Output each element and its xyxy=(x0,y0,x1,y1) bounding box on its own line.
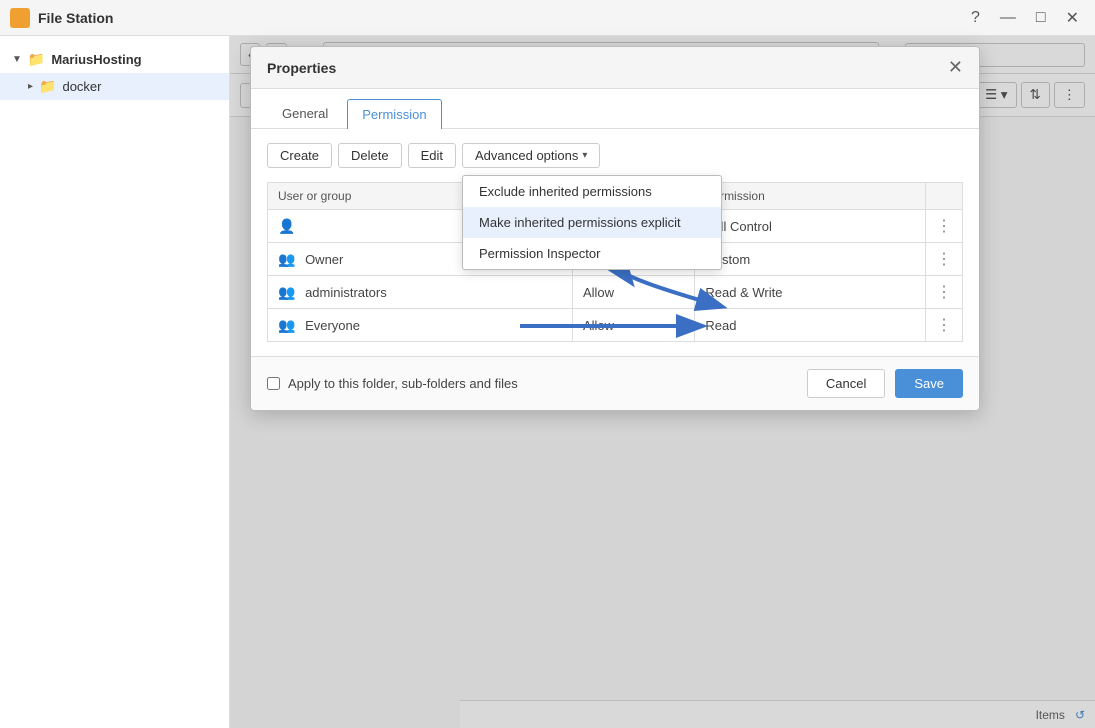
col-actions xyxy=(926,183,963,210)
group-icon-3: 👥 xyxy=(278,284,295,300)
close-btn[interactable]: ✕ xyxy=(1060,6,1085,30)
delete-perm-label: Delete xyxy=(351,148,389,163)
sidebar-item-docker[interactable]: ▸ 📁 docker xyxy=(0,73,229,100)
advanced-arrow-icon: ▾ xyxy=(582,150,587,161)
dropdown-item-exclude[interactable]: Exclude inherited permissions xyxy=(463,176,721,207)
dialog-overlay: Properties ✕ General Permission Create xyxy=(230,36,1095,728)
inspector-label: Permission Inspector xyxy=(479,246,600,261)
titlebar-left: File Station xyxy=(10,8,113,28)
content-area: ‹ › ↻ ☆ 🔍 Create ▾ Upload ▾ Action ▾ xyxy=(230,36,1095,728)
table-row: 👥 administrators Allow Read & Write ⋮ xyxy=(268,276,963,309)
user-icon: 👤 xyxy=(278,218,295,234)
cell-perm-1: Full Control xyxy=(695,210,926,243)
tab-permission[interactable]: Permission xyxy=(347,99,441,129)
dialog-tabs: General Permission xyxy=(251,89,979,129)
cell-user-3: 👥 administrators xyxy=(268,276,573,309)
save-button[interactable]: Save xyxy=(895,369,963,398)
checkbox-row: Apply to this folder, sub-folders and fi… xyxy=(267,376,518,391)
username-4: Everyone xyxy=(305,318,360,333)
exclude-label: Exclude inherited permissions xyxy=(479,184,652,199)
delete-perm-button[interactable]: Delete xyxy=(338,143,402,168)
cell-perm-3: Read & Write xyxy=(695,276,926,309)
more-button-4[interactable]: ⋮ xyxy=(936,315,952,335)
cell-user-4: 👥 Everyone xyxy=(268,309,573,342)
dropdown-item-inspector[interactable]: Permission Inspector xyxy=(463,238,721,269)
advanced-options-label: Advanced options xyxy=(475,148,578,163)
cell-perm-4: Read xyxy=(695,309,926,342)
child-expand-icon: ▸ xyxy=(28,81,33,92)
help-btn[interactable]: ? xyxy=(965,7,986,29)
titlebar: File Station ? — □ ✕ xyxy=(0,0,1095,36)
tab-general[interactable]: General xyxy=(267,99,343,128)
apply-label: Apply to this folder, sub-folders and fi… xyxy=(288,376,518,391)
advanced-options-wrapper: Advanced options ▾ Exclude inherited per… xyxy=(462,143,600,168)
dialog-header: Properties ✕ xyxy=(251,47,979,89)
apply-checkbox[interactable] xyxy=(267,377,280,390)
cell-perm-2: Custom xyxy=(695,243,926,276)
create-perm-button[interactable]: Create xyxy=(267,143,332,168)
properties-dialog: Properties ✕ General Permission Create xyxy=(250,46,980,411)
dialog-body: Create Delete Edit Advanced options ▾ xyxy=(251,129,979,356)
table-row: 👥 Everyone Allow Read ⋮ xyxy=(268,309,963,342)
edit-perm-label: Edit xyxy=(421,148,443,163)
advanced-options-button[interactable]: Advanced options ▾ xyxy=(462,143,600,168)
edit-perm-button[interactable]: Edit xyxy=(408,143,456,168)
child-folder-icon: 📁 xyxy=(39,78,56,95)
cancel-button[interactable]: Cancel xyxy=(807,369,885,398)
username-2: Owner xyxy=(305,252,343,267)
advanced-dropdown-menu: Exclude inherited permissions Make inher… xyxy=(462,175,722,270)
permission-toolbar: Create Delete Edit Advanced options ▾ xyxy=(267,143,963,168)
more-button-2[interactable]: ⋮ xyxy=(936,249,952,269)
app-title: File Station xyxy=(38,10,113,26)
more-button-1[interactable]: ⋮ xyxy=(936,216,952,236)
cell-more-3: ⋮ xyxy=(926,276,963,309)
username-3: administrators xyxy=(305,285,387,300)
app-icon xyxy=(10,8,30,28)
dialog-title: Properties xyxy=(267,60,336,76)
cell-type-3: Allow xyxy=(572,276,694,309)
make-explicit-label: Make inherited permissions explicit xyxy=(479,215,681,230)
sidebar-root-label: MariusHosting xyxy=(51,52,141,67)
sidebar-item-root[interactable]: ▼ 📁 MariusHosting xyxy=(0,46,229,73)
cell-more-4: ⋮ xyxy=(926,309,963,342)
maximize-btn[interactable]: □ xyxy=(1030,7,1052,29)
folder-icon: 📁 xyxy=(28,51,45,68)
titlebar-controls: ? — □ ✕ xyxy=(965,6,1085,30)
dropdown-item-make-explicit[interactable]: Make inherited permissions explicit xyxy=(463,207,721,238)
expand-icon: ▼ xyxy=(12,54,22,65)
sidebar-child-label: docker xyxy=(62,79,101,94)
dialog-footer: Apply to this folder, sub-folders and fi… xyxy=(251,356,979,410)
group-icon-2: 👥 xyxy=(278,251,295,267)
col-permission: Permission xyxy=(695,183,926,210)
group-icon-4: 👥 xyxy=(278,317,295,333)
create-perm-label: Create xyxy=(280,148,319,163)
cell-more-1: ⋮ xyxy=(926,210,963,243)
minimize-btn[interactable]: — xyxy=(994,7,1022,29)
dialog-close-button[interactable]: ✕ xyxy=(948,57,963,78)
main-layout: ▼ 📁 MariusHosting ▸ 📁 docker ‹ › ↻ ☆ 🔍 xyxy=(0,36,1095,728)
cell-type-4: Allow xyxy=(572,309,694,342)
sidebar: ▼ 📁 MariusHosting ▸ 📁 docker xyxy=(0,36,230,728)
footer-buttons: Cancel Save xyxy=(807,369,963,398)
more-button-3[interactable]: ⋮ xyxy=(936,282,952,302)
cell-more-2: ⋮ xyxy=(926,243,963,276)
